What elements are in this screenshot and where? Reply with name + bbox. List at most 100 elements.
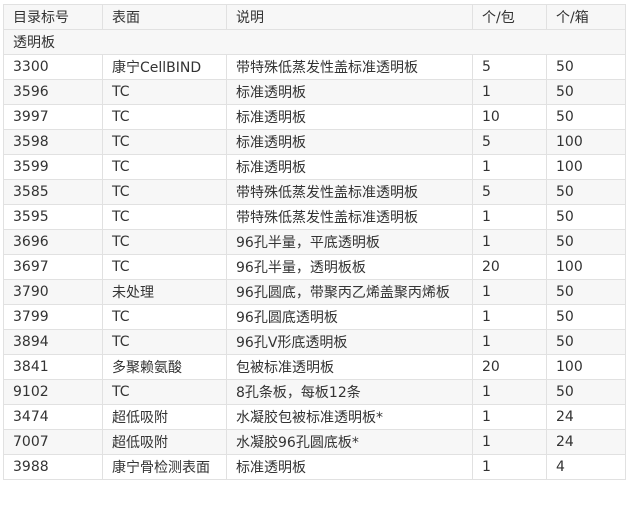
- cell-per-case: 24: [546, 404, 626, 430]
- cell-description: 96孔圆底透明板: [226, 304, 473, 330]
- table-row: 3300 康宁CellBIND 带特殊低蒸发性盖标准透明板 5 50: [3, 54, 626, 80]
- cell-per-case: 50: [546, 229, 626, 255]
- cell-catalog-number: 3300: [3, 54, 103, 80]
- cell-per-pack: 5: [472, 129, 547, 155]
- cell-per-case: 50: [546, 379, 626, 405]
- cell-per-case: 100: [546, 129, 626, 155]
- cell-description: 水凝胶96孔圆底板*: [226, 429, 473, 455]
- cell-catalog-number: 7007: [3, 429, 103, 455]
- cell-per-pack: 1: [472, 454, 547, 480]
- cell-catalog-number: 3596: [3, 79, 103, 105]
- cell-per-case: 50: [546, 304, 626, 330]
- cell-catalog-number: 3841: [3, 354, 103, 380]
- cell-description: 96孔半量，透明板板: [226, 254, 473, 280]
- cell-description: 带特殊低蒸发性盖标准透明板: [226, 179, 473, 205]
- cell-surface: TC: [102, 254, 227, 280]
- cell-description: 标准透明板: [226, 79, 473, 105]
- cell-per-case: 50: [546, 279, 626, 305]
- cell-surface: TC: [102, 229, 227, 255]
- header-per-pack: 个/包: [472, 4, 547, 30]
- cell-per-pack: 1: [472, 329, 547, 355]
- cell-description: 标准透明板: [226, 104, 473, 130]
- cell-surface: TC: [102, 79, 227, 105]
- table-row: 3599 TC 标准透明板 1 100: [3, 154, 626, 180]
- cell-surface: TC: [102, 379, 227, 405]
- cell-catalog-number: 9102: [3, 379, 103, 405]
- table-row: 7007 超低吸附 水凝胶96孔圆底板* 1 24: [3, 429, 626, 455]
- cell-per-pack: 5: [472, 54, 547, 80]
- cell-description: 带特殊低蒸发性盖标准透明板: [226, 204, 473, 230]
- cell-description: 96孔V形底透明板: [226, 329, 473, 355]
- cell-per-pack: 1: [472, 204, 547, 230]
- cell-catalog-number: 3474: [3, 404, 103, 430]
- cell-description: 8孔条板，每板12条: [226, 379, 473, 405]
- cell-catalog-number: 3697: [3, 254, 103, 280]
- cell-per-case: 100: [546, 154, 626, 180]
- header-surface: 表面: [102, 4, 227, 30]
- cell-per-pack: 20: [472, 254, 547, 280]
- cell-description: 标准透明板: [226, 454, 473, 480]
- cell-surface: TC: [102, 104, 227, 130]
- cell-per-case: 50: [546, 54, 626, 80]
- cell-catalog-number: 3585: [3, 179, 103, 205]
- cell-surface: TC: [102, 179, 227, 205]
- cell-description: 水凝胶包被标准透明板*: [226, 404, 473, 430]
- table-header-row: 目录标号 表面 说明 个/包 个/箱: [3, 4, 626, 30]
- cell-surface: TC: [102, 329, 227, 355]
- table-row: 3997 TC 标准透明板 10 50: [3, 104, 626, 130]
- cell-catalog-number: 3696: [3, 229, 103, 255]
- cell-per-pack: 5: [472, 179, 547, 205]
- cell-description: 96孔圆底，带聚丙乙烯盖聚丙烯板: [226, 279, 473, 305]
- cell-per-pack: 1: [472, 379, 547, 405]
- cell-surface: 未处理: [102, 279, 227, 305]
- cell-surface: 多聚赖氨酸: [102, 354, 227, 380]
- cell-description: 包被标准透明板: [226, 354, 473, 380]
- cell-per-pack: 1: [472, 404, 547, 430]
- table-body: 透明板 3300 康宁CellBIND 带特殊低蒸发性盖标准透明板 5 50 3596 TC…: [3, 29, 626, 480]
- table-row: 3474 超低吸附 水凝胶包被标准透明板* 1 24: [3, 404, 626, 430]
- cell-catalog-number: 3599: [3, 154, 103, 180]
- cell-catalog-number: 3894: [3, 329, 103, 355]
- table-row: 3598 TC 标准透明板 5 100: [3, 129, 626, 155]
- cell-catalog-number: 3799: [3, 304, 103, 330]
- cell-catalog-number: 3790: [3, 279, 103, 305]
- cell-per-pack: 10: [472, 104, 547, 130]
- cell-per-case: 50: [546, 204, 626, 230]
- table-row: 3799 TC 96孔圆底透明板 1 50: [3, 304, 626, 330]
- cell-per-case: 50: [546, 329, 626, 355]
- table-row: 3697 TC 96孔半量，透明板板 20 100: [3, 254, 626, 280]
- header-description: 说明: [226, 4, 473, 30]
- cell-surface: TC: [102, 154, 227, 180]
- cell-surface: TC: [102, 129, 227, 155]
- cell-per-pack: 1: [472, 229, 547, 255]
- table-row: 3596 TC 标准透明板 1 50: [3, 79, 626, 105]
- cell-per-pack: 20: [472, 354, 547, 380]
- cell-per-case: 4: [546, 454, 626, 480]
- table-row: 3696 TC 96孔半量，平底透明板 1 50: [3, 229, 626, 255]
- cell-catalog-number: 3595: [3, 204, 103, 230]
- cell-per-pack: 1: [472, 304, 547, 330]
- cell-per-case: 100: [546, 354, 626, 380]
- cell-description: 标准透明板: [226, 154, 473, 180]
- cell-surface: 超低吸附: [102, 429, 227, 455]
- cell-catalog-number: 3988: [3, 454, 103, 480]
- table-row: 3595 TC 带特殊低蒸发性盖标准透明板 1 50: [3, 204, 626, 230]
- cell-surface: 康宁CellBIND: [102, 54, 227, 80]
- header-catalog-number: 目录标号: [3, 4, 103, 30]
- cell-per-case: 24: [546, 429, 626, 455]
- cell-catalog-number: 3598: [3, 129, 103, 155]
- table-row: 3790 未处理 96孔圆底，带聚丙乙烯盖聚丙烯板 1 50: [3, 279, 626, 305]
- cell-surface: TC: [102, 204, 227, 230]
- cell-surface: TC: [102, 304, 227, 330]
- table-row: 3841 多聚赖氨酸 包被标准透明板 20 100: [3, 354, 626, 380]
- header-per-case: 个/箱: [546, 4, 626, 30]
- cell-per-case: 50: [546, 79, 626, 105]
- section-label: 透明板: [3, 29, 626, 55]
- cell-per-case: 50: [546, 104, 626, 130]
- cell-description: 96孔半量，平底透明板: [226, 229, 473, 255]
- cell-per-pack: 1: [472, 79, 547, 105]
- cell-catalog-number: 3997: [3, 104, 103, 130]
- cell-per-pack: 1: [472, 279, 547, 305]
- cell-per-pack: 1: [472, 429, 547, 455]
- cell-surface: 超低吸附: [102, 404, 227, 430]
